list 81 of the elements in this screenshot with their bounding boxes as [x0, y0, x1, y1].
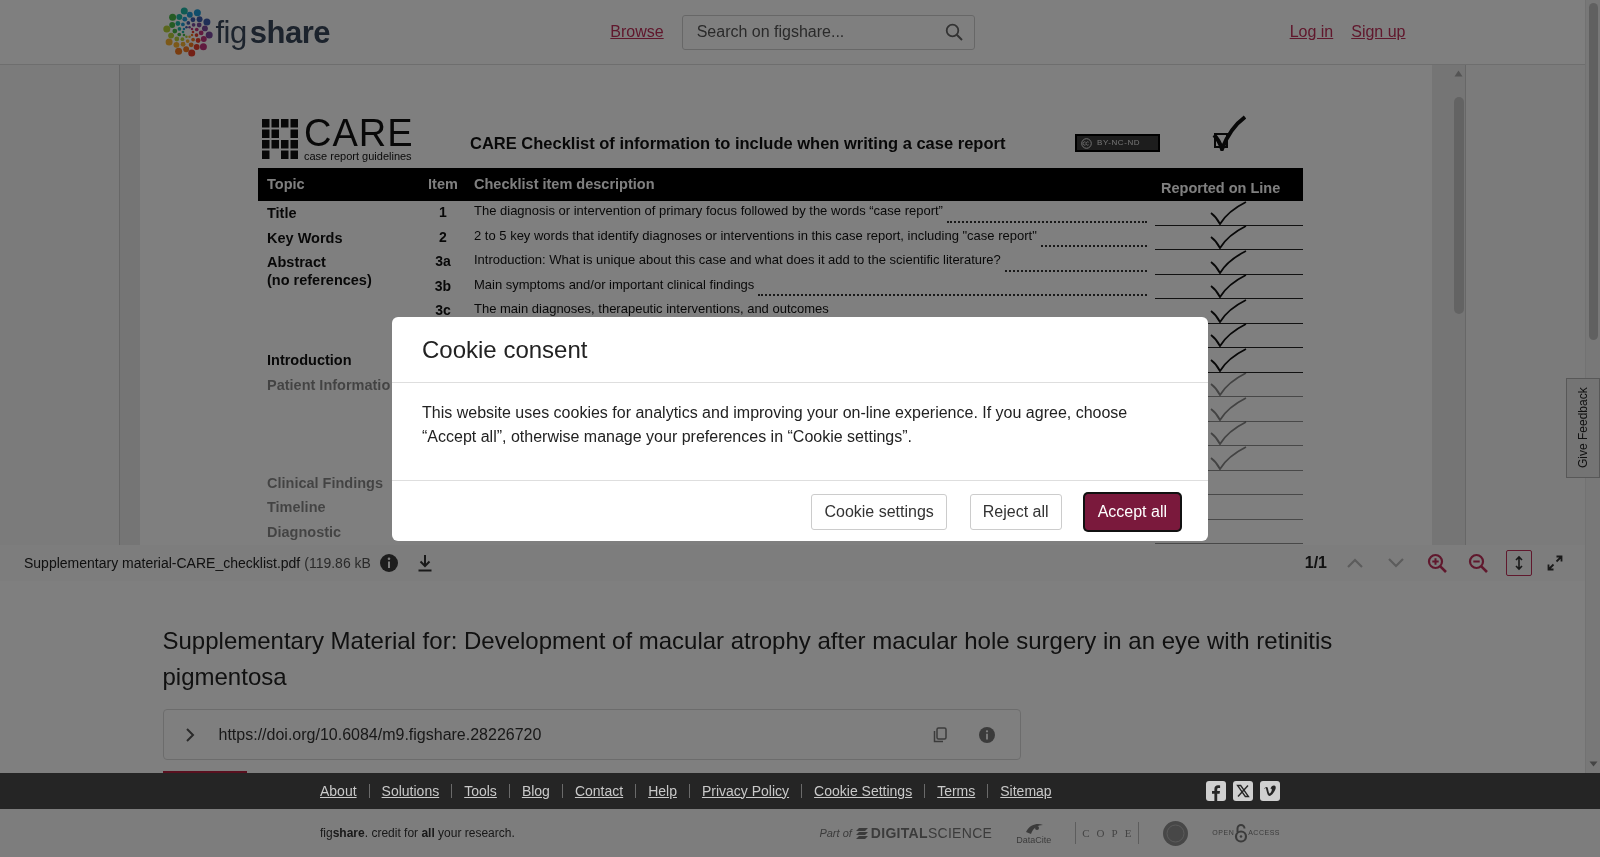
- item-number: 3b: [434, 277, 452, 294]
- scrollbar-thumb[interactable]: [1588, 3, 1598, 340]
- figshare-logo[interactable]: figshare: [162, 7, 330, 57]
- x-logo-icon[interactable]: [1233, 781, 1253, 801]
- topic-label: Timeline: [267, 498, 326, 516]
- topic-label: Title: [267, 204, 297, 222]
- footer-link[interactable]: Cookie Settings: [814, 780, 913, 802]
- item-description: The diagnosis or intervention of primary focus followed by the words “case report”: [474, 203, 943, 218]
- checkbox-tick-icon: [1212, 115, 1246, 151]
- topic-label: Abstract: [267, 253, 326, 271]
- footer-link[interactable]: Privacy Policy: [701, 780, 790, 802]
- dialog-button[interactable]: Accept all: [1084, 494, 1180, 530]
- zoom-in-icon: [1427, 553, 1447, 573]
- partner-name: DIGITALSCIENCE: [870, 823, 993, 843]
- fit-height-button[interactable]: [1506, 550, 1532, 576]
- license-circle-icon: [1081, 137, 1092, 149]
- dialog-button[interactable]: Reject all: [969, 494, 1062, 530]
- topic-label: Key Words: [267, 228, 343, 247]
- column-header: Checklist item description: [474, 175, 655, 192]
- scroll-up-arrow-icon[interactable]: [1454, 70, 1463, 77]
- footer-link[interactable]: Contact: [574, 780, 624, 802]
- partner-name: COPE: [1075, 821, 1140, 845]
- partner-name: DataCite: [1016, 835, 1052, 845]
- chevron-down-icon: [1387, 557, 1405, 569]
- item-number: 3a: [435, 253, 451, 269]
- topic-label: Clinical Findings: [267, 473, 383, 492]
- copy-icon: [932, 726, 947, 743]
- document-title: CARE Checklist of information to include when writing a case report: [470, 132, 1007, 154]
- item-description: The main diagnoses, therapeutic interventions, and outcomes: [474, 301, 829, 316]
- lock-logo-icon: [1234, 823, 1249, 843]
- topic-label: Diagnostic: [267, 522, 342, 541]
- stripes-logo-icon: [854, 826, 869, 840]
- footer-link[interactable]: Tools: [464, 780, 497, 802]
- footer-link[interactable]: Sitemap: [1000, 780, 1052, 802]
- search-icon[interactable]: [944, 22, 963, 41]
- brand-name: CARE: [304, 116, 414, 150]
- topic-label: Introduction: [267, 351, 352, 369]
- page-indicator: 1/1: [1304, 553, 1327, 573]
- partner-prefix: Part of: [819, 825, 852, 841]
- column-header: Topic: [267, 175, 305, 192]
- file-size: (119.86 kB: [304, 553, 371, 573]
- file-name: Supplementary material-CARE_checklist.pdf: [24, 553, 301, 573]
- item-description: Main symptoms and/or important clinical findings: [474, 276, 755, 292]
- column-header: Reported on Line: [1161, 179, 1281, 196]
- tagline: figshare. credit for all your research.: [320, 825, 515, 842]
- chevron-up-icon: [1346, 557, 1364, 569]
- topic-note: (no references): [267, 271, 372, 289]
- info-icon: [379, 554, 398, 572]
- item-number: 3c: [435, 302, 451, 318]
- footer-link[interactable]: Blog: [521, 780, 550, 802]
- footer-link[interactable]: Terms: [937, 780, 976, 802]
- item-number: 2: [439, 228, 447, 245]
- item-description: 2 to 5 key words that identify diagnoses or interventions in this case report, including "case report": [474, 227, 1037, 243]
- column-header: Item: [428, 175, 458, 192]
- vimeo-icon[interactable]: [1260, 781, 1280, 801]
- vertical-arrows-icon: [1514, 555, 1524, 571]
- footer-link[interactable]: Help: [648, 780, 677, 802]
- chevron-right-icon: [184, 726, 195, 743]
- download-icon: [416, 554, 433, 572]
- dialog-title: Cookie consent: [422, 335, 589, 364]
- feedback-tab[interactable]: Give Feedback: [1566, 378, 1600, 478]
- seal-logo-icon: [1163, 820, 1189, 846]
- facebook-icon[interactable]: [1206, 781, 1226, 801]
- topic-label: Patient Informatio: [267, 375, 391, 394]
- item-description: Introduction: What is unique about this case and what does it add to the scientific literature?: [474, 252, 1001, 267]
- doi-link[interactable]: https://doi.org/10.6084/m9.figshare.28226720: [218, 722, 542, 747]
- expand-icon: [1547, 555, 1563, 571]
- license-text: BY-NC-ND: [1097, 139, 1141, 147]
- info-icon: [978, 726, 995, 743]
- zoom-out-icon: [1468, 553, 1488, 573]
- brand-tagline: case report guidelines: [304, 150, 413, 162]
- item-number: 1: [439, 204, 447, 220]
- footer-link[interactable]: About: [320, 780, 357, 802]
- item-title: Supplementary Material for: Development of macular atrophy after macular hole surgery in an eye with retinitis pigmentosa: [162, 626, 1334, 692]
- search-field[interactable]: Search on figshare...: [681, 14, 975, 50]
- grid-logo-icon: [262, 119, 298, 159]
- dialog-button[interactable]: Cookie settings: [811, 494, 947, 530]
- swirl-logo-icon: [162, 7, 213, 57]
- footer-link[interactable]: Solutions: [381, 780, 440, 802]
- dialog-message: This website uses cookies for analytics and improving your on-line experience. If you agree, choose “Accept all”, otherwise manage your preferences in “Cookie settings”.: [422, 403, 1129, 447]
- scroll-down-arrow-icon[interactable]: [1588, 761, 1598, 767]
